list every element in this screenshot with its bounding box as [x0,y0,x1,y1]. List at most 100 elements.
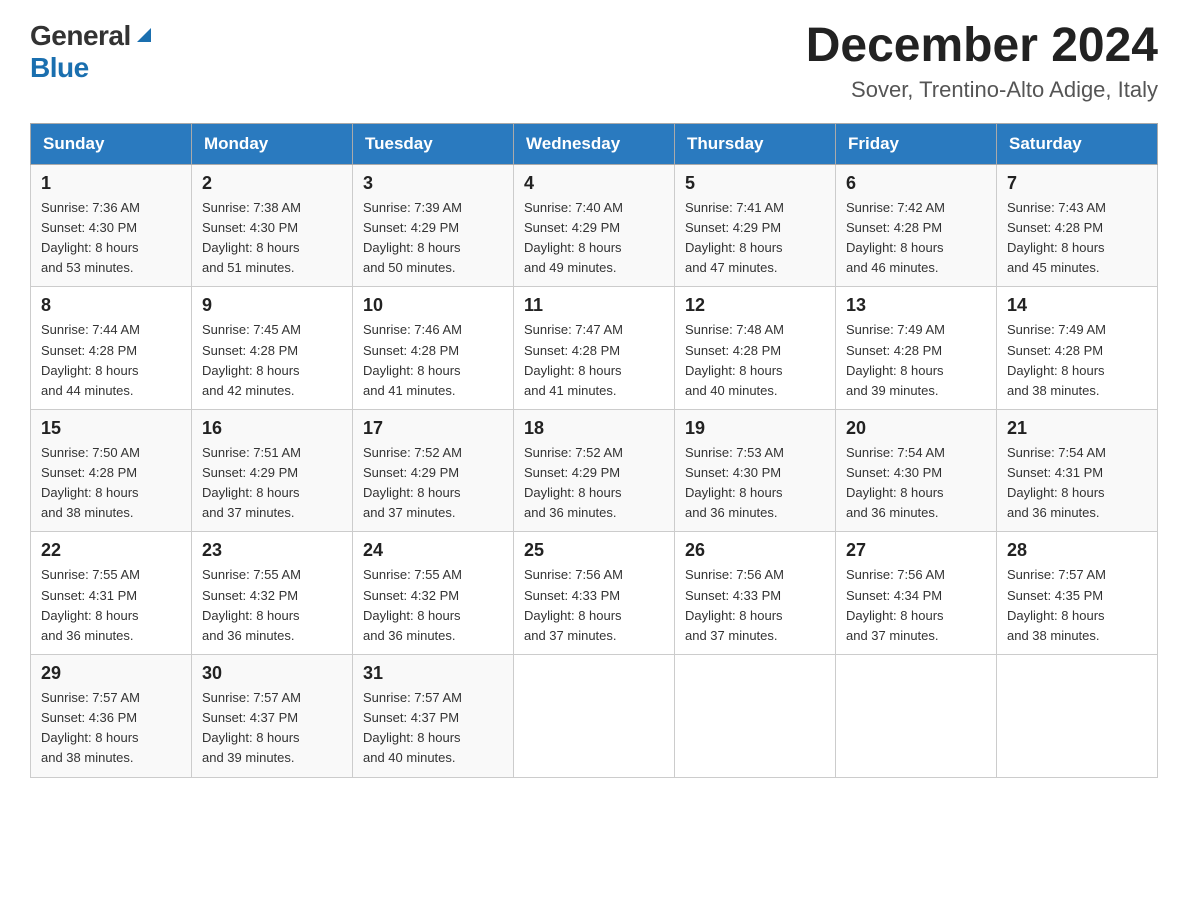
day-info: Sunrise: 7:56 AM Sunset: 4:33 PM Dayligh… [685,565,825,646]
col-tuesday: Tuesday [353,123,514,164]
calendar-cell: 19 Sunrise: 7:53 AM Sunset: 4:30 PM Dayl… [675,409,836,532]
calendar-cell [675,655,836,778]
day-number: 15 [41,418,181,439]
day-number: 19 [685,418,825,439]
day-number: 9 [202,295,342,316]
calendar-cell: 7 Sunrise: 7:43 AM Sunset: 4:28 PM Dayli… [997,164,1158,287]
day-info: Sunrise: 7:48 AM Sunset: 4:28 PM Dayligh… [685,320,825,401]
day-number: 11 [524,295,664,316]
page-header: General Blue December 2024 Sover, Trenti… [30,20,1158,103]
calendar-cell: 21 Sunrise: 7:54 AM Sunset: 4:31 PM Dayl… [997,409,1158,532]
day-info: Sunrise: 7:55 AM Sunset: 4:31 PM Dayligh… [41,565,181,646]
calendar-table: Sunday Monday Tuesday Wednesday Thursday… [30,123,1158,778]
day-number: 21 [1007,418,1147,439]
calendar-week-2: 8 Sunrise: 7:44 AM Sunset: 4:28 PM Dayli… [31,287,1158,410]
day-info: Sunrise: 7:38 AM Sunset: 4:30 PM Dayligh… [202,198,342,279]
calendar-cell: 28 Sunrise: 7:57 AM Sunset: 4:35 PM Dayl… [997,532,1158,655]
calendar-cell [836,655,997,778]
col-thursday: Thursday [675,123,836,164]
logo: General Blue [30,20,155,84]
day-info: Sunrise: 7:49 AM Sunset: 4:28 PM Dayligh… [846,320,986,401]
day-number: 24 [363,540,503,561]
calendar-cell: 8 Sunrise: 7:44 AM Sunset: 4:28 PM Dayli… [31,287,192,410]
calendar-title: December 2024 [806,20,1158,73]
logo-blue-text: Blue [30,52,89,84]
calendar-header-row: Sunday Monday Tuesday Wednesday Thursday… [31,123,1158,164]
calendar-cell: 31 Sunrise: 7:57 AM Sunset: 4:37 PM Dayl… [353,655,514,778]
calendar-cell: 4 Sunrise: 7:40 AM Sunset: 4:29 PM Dayli… [514,164,675,287]
calendar-cell: 29 Sunrise: 7:57 AM Sunset: 4:36 PM Dayl… [31,655,192,778]
calendar-cell: 24 Sunrise: 7:55 AM Sunset: 4:32 PM Dayl… [353,532,514,655]
calendar-cell: 6 Sunrise: 7:42 AM Sunset: 4:28 PM Dayli… [836,164,997,287]
day-number: 2 [202,173,342,194]
day-number: 22 [41,540,181,561]
calendar-cell: 9 Sunrise: 7:45 AM Sunset: 4:28 PM Dayli… [192,287,353,410]
day-info: Sunrise: 7:50 AM Sunset: 4:28 PM Dayligh… [41,443,181,524]
calendar-cell: 17 Sunrise: 7:52 AM Sunset: 4:29 PM Dayl… [353,409,514,532]
col-monday: Monday [192,123,353,164]
day-number: 18 [524,418,664,439]
day-info: Sunrise: 7:51 AM Sunset: 4:29 PM Dayligh… [202,443,342,524]
day-number: 5 [685,173,825,194]
day-info: Sunrise: 7:52 AM Sunset: 4:29 PM Dayligh… [363,443,503,524]
day-info: Sunrise: 7:42 AM Sunset: 4:28 PM Dayligh… [846,198,986,279]
day-info: Sunrise: 7:36 AM Sunset: 4:30 PM Dayligh… [41,198,181,279]
day-number: 10 [363,295,503,316]
col-saturday: Saturday [997,123,1158,164]
day-info: Sunrise: 7:39 AM Sunset: 4:29 PM Dayligh… [363,198,503,279]
logo-general-text: General [30,20,131,52]
day-info: Sunrise: 7:45 AM Sunset: 4:28 PM Dayligh… [202,320,342,401]
calendar-week-1: 1 Sunrise: 7:36 AM Sunset: 4:30 PM Dayli… [31,164,1158,287]
calendar-cell: 30 Sunrise: 7:57 AM Sunset: 4:37 PM Dayl… [192,655,353,778]
calendar-week-3: 15 Sunrise: 7:50 AM Sunset: 4:28 PM Dayl… [31,409,1158,532]
day-number: 8 [41,295,181,316]
calendar-cell: 5 Sunrise: 7:41 AM Sunset: 4:29 PM Dayli… [675,164,836,287]
day-number: 13 [846,295,986,316]
day-info: Sunrise: 7:57 AM Sunset: 4:36 PM Dayligh… [41,688,181,769]
calendar-week-5: 29 Sunrise: 7:57 AM Sunset: 4:36 PM Dayl… [31,655,1158,778]
day-info: Sunrise: 7:41 AM Sunset: 4:29 PM Dayligh… [685,198,825,279]
calendar-cell: 22 Sunrise: 7:55 AM Sunset: 4:31 PM Dayl… [31,532,192,655]
day-info: Sunrise: 7:57 AM Sunset: 4:37 PM Dayligh… [202,688,342,769]
calendar-cell: 12 Sunrise: 7:48 AM Sunset: 4:28 PM Dayl… [675,287,836,410]
day-number: 4 [524,173,664,194]
day-number: 25 [524,540,664,561]
day-info: Sunrise: 7:56 AM Sunset: 4:34 PM Dayligh… [846,565,986,646]
day-info: Sunrise: 7:55 AM Sunset: 4:32 PM Dayligh… [202,565,342,646]
day-info: Sunrise: 7:43 AM Sunset: 4:28 PM Dayligh… [1007,198,1147,279]
day-info: Sunrise: 7:47 AM Sunset: 4:28 PM Dayligh… [524,320,664,401]
calendar-cell [997,655,1158,778]
logo-triangle-icon [133,24,155,46]
day-info: Sunrise: 7:54 AM Sunset: 4:30 PM Dayligh… [846,443,986,524]
calendar-cell: 11 Sunrise: 7:47 AM Sunset: 4:28 PM Dayl… [514,287,675,410]
day-number: 29 [41,663,181,684]
col-friday: Friday [836,123,997,164]
day-info: Sunrise: 7:49 AM Sunset: 4:28 PM Dayligh… [1007,320,1147,401]
day-info: Sunrise: 7:54 AM Sunset: 4:31 PM Dayligh… [1007,443,1147,524]
calendar-cell [514,655,675,778]
day-number: 17 [363,418,503,439]
day-info: Sunrise: 7:55 AM Sunset: 4:32 PM Dayligh… [363,565,503,646]
calendar-subtitle: Sover, Trentino-Alto Adige, Italy [806,77,1158,103]
day-number: 14 [1007,295,1147,316]
day-info: Sunrise: 7:44 AM Sunset: 4:28 PM Dayligh… [41,320,181,401]
day-number: 3 [363,173,503,194]
calendar-cell: 20 Sunrise: 7:54 AM Sunset: 4:30 PM Dayl… [836,409,997,532]
day-number: 1 [41,173,181,194]
day-info: Sunrise: 7:57 AM Sunset: 4:37 PM Dayligh… [363,688,503,769]
day-number: 27 [846,540,986,561]
title-block: December 2024 Sover, Trentino-Alto Adige… [806,20,1158,103]
col-sunday: Sunday [31,123,192,164]
day-number: 6 [846,173,986,194]
calendar-cell: 18 Sunrise: 7:52 AM Sunset: 4:29 PM Dayl… [514,409,675,532]
day-number: 30 [202,663,342,684]
day-info: Sunrise: 7:57 AM Sunset: 4:35 PM Dayligh… [1007,565,1147,646]
day-number: 28 [1007,540,1147,561]
calendar-cell: 23 Sunrise: 7:55 AM Sunset: 4:32 PM Dayl… [192,532,353,655]
day-info: Sunrise: 7:56 AM Sunset: 4:33 PM Dayligh… [524,565,664,646]
day-number: 7 [1007,173,1147,194]
calendar-cell: 10 Sunrise: 7:46 AM Sunset: 4:28 PM Dayl… [353,287,514,410]
calendar-cell: 26 Sunrise: 7:56 AM Sunset: 4:33 PM Dayl… [675,532,836,655]
calendar-cell: 16 Sunrise: 7:51 AM Sunset: 4:29 PM Dayl… [192,409,353,532]
calendar-cell: 13 Sunrise: 7:49 AM Sunset: 4:28 PM Dayl… [836,287,997,410]
